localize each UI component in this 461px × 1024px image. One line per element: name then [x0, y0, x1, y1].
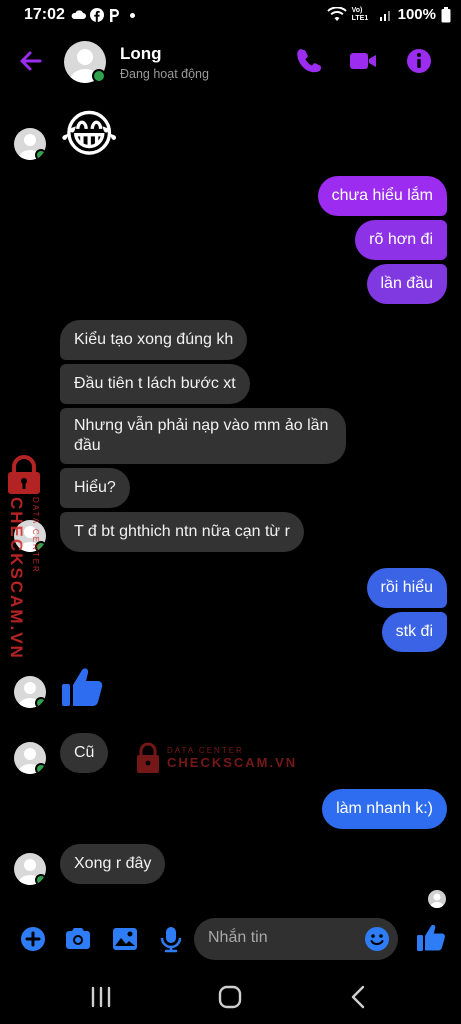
message-bubble-in[interactable]: Xong r đây: [60, 844, 166, 884]
cloud-icon: [71, 10, 86, 19]
status-time: 17:02: [24, 6, 65, 23]
microphone-icon[interactable]: [156, 924, 186, 954]
message-bubble-in[interactable]: Nhưng vẫn phải nạp vào mm ảo lần đầu: [60, 408, 346, 464]
status-right: Vo) LTE1 100%: [326, 6, 451, 23]
watermark-center: DATA CENTER CHECKSCAM.VN: [135, 742, 297, 774]
video-call-icon[interactable]: [348, 46, 378, 76]
online-indicator: [35, 149, 46, 160]
message-bubble-out[interactable]: stk đi: [381, 612, 447, 652]
battery-icon: [441, 6, 451, 22]
message-bubble-out[interactable]: rõ hơn đi: [355, 220, 447, 260]
message-bubble-out[interactable]: làm nhanh k:): [322, 789, 447, 829]
padlock-logo-icon: [137, 742, 159, 773]
battery-percent: 100%: [397, 6, 436, 23]
camera-icon[interactable]: [63, 924, 93, 954]
back-nav-icon[interactable]: [344, 982, 374, 1012]
message-bubble-in[interactable]: Hiểu?: [60, 468, 130, 508]
watermark-big-text: CHECKSCAM.VN: [7, 497, 26, 660]
message-bubble-in[interactable]: Kiểu tạo xong đúng kh: [60, 320, 248, 360]
status-notification-icons: [70, 8, 135, 22]
message-bubble-in[interactable]: Đầu tiên t lách bước xt: [60, 364, 250, 404]
wifi-icon: [326, 6, 347, 21]
message-bubble-out[interactable]: chưa hiểu lắm: [317, 176, 447, 216]
watermark-vertical: CHECKSCAM.VN DATA CENTER: [4, 455, 54, 660]
thumbs-up-like-message-icon[interactable]: [60, 664, 104, 710]
sender-avatar[interactable]: [14, 742, 46, 774]
message-bubble-out[interactable]: lần đầu: [366, 264, 447, 304]
seen-receipt-avatar: [428, 890, 446, 908]
watermark-small-text: DATA CENTER: [31, 497, 40, 574]
phone-call-icon[interactable]: [295, 46, 325, 76]
more-notifications-dot-icon: [130, 12, 135, 18]
gallery-image-icon[interactable]: [110, 924, 140, 954]
message-input-placeholder: Nhắn tin: [208, 929, 268, 946]
default-user-icon: [430, 893, 444, 908]
padlock-logo-icon: [8, 455, 40, 494]
signal-icon: [379, 10, 390, 21]
info-icon[interactable]: [404, 46, 434, 76]
facebook-icon: [90, 8, 104, 22]
online-indicator: [35, 763, 46, 774]
message-bubble-out[interactable]: rồi hiểu: [366, 568, 447, 608]
thumbs-up-send-icon[interactable]: [416, 921, 446, 953]
add-plus-icon[interactable]: [18, 924, 48, 954]
sender-avatar[interactable]: [14, 676, 46, 708]
emoji-smiley-icon[interactable]: [364, 926, 390, 952]
online-indicator: [35, 697, 46, 708]
sender-avatar[interactable]: [14, 853, 46, 885]
watermark-big-text: CHECKSCAM.VN: [167, 755, 298, 770]
network-label: Vo) LTE1: [351, 6, 369, 22]
message-line: Nhưng vẫn phải nạp vào mm ảo lần: [74, 417, 329, 434]
back-arrow-icon[interactable]: [14, 44, 48, 78]
sender-avatar[interactable]: [14, 128, 46, 160]
watermark-small-text: DATA CENTER: [167, 746, 244, 755]
online-indicator: [35, 874, 46, 885]
online-indicator: [92, 69, 106, 83]
recent-apps-icon[interactable]: [86, 982, 116, 1012]
home-button-icon[interactable]: [215, 982, 245, 1012]
message-bubble-in[interactable]: Cũ: [60, 733, 109, 773]
contact-status: Đang hoạt động: [120, 67, 209, 81]
message-bubble-in[interactable]: T đ bt ghthich ntn nữa cạn từ r: [60, 512, 304, 552]
message-input[interactable]: Nhắn tin: [194, 918, 398, 960]
message-line: đầu: [74, 437, 101, 454]
contact-name[interactable]: Long: [120, 44, 162, 64]
p-app-icon: [110, 9, 119, 22]
emoji-message[interactable]: 😂: [60, 104, 118, 164]
